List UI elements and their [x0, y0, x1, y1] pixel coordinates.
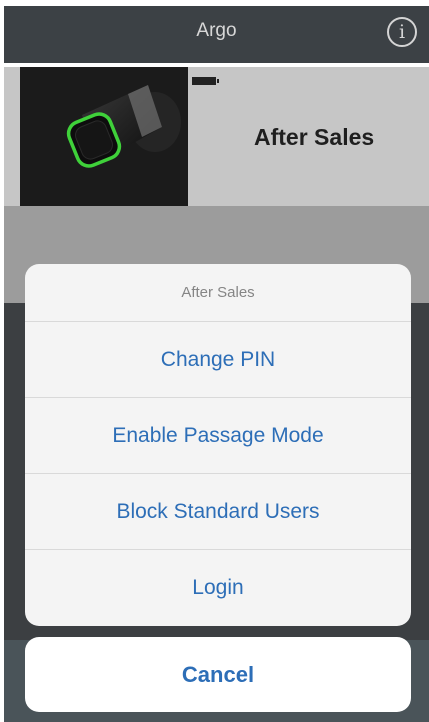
page-title: Argo	[196, 20, 237, 41]
action-sheet-title: After Sales	[25, 264, 411, 322]
device-name: After Sales	[254, 124, 375, 150]
action-sheet: After Sales Change PIN Enable Passage Mo…	[25, 264, 411, 626]
battery-icon	[192, 77, 219, 85]
info-icon[interactable]: i	[387, 17, 417, 47]
app-screen: Argo i After Sales After Sales Change PI…	[4, 0, 429, 722]
cancel-button[interactable]: Cancel	[25, 637, 411, 712]
enable-passage-mode-button[interactable]: Enable Passage Mode	[25, 398, 411, 474]
block-standard-users-button[interactable]: Block Standard Users	[25, 474, 411, 550]
smart-lock-image	[20, 67, 188, 206]
login-button[interactable]: Login	[25, 550, 411, 626]
change-pin-button[interactable]: Change PIN	[25, 322, 411, 398]
device-card[interactable]: After Sales	[4, 63, 429, 206]
navigation-bar: Argo i	[4, 0, 429, 63]
